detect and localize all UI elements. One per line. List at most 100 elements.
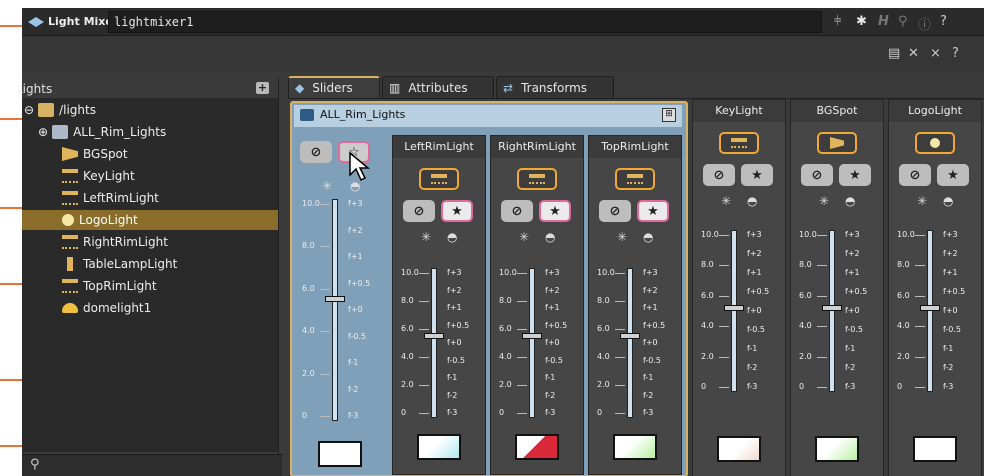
fader-knob[interactable]	[724, 304, 744, 311]
tree-item-keylight[interactable]: KeyLight	[22, 166, 282, 186]
pane-splitter[interactable]	[278, 78, 284, 476]
color-swatch[interactable]	[515, 434, 559, 460]
scale-label: 2.0	[897, 351, 910, 361]
tree-search-bar[interactable]: ⚲	[22, 454, 282, 476]
help-icon[interactable]: ?	[940, 14, 947, 29]
fader-track	[529, 268, 535, 418]
mute-button[interactable]: ⊘	[501, 200, 533, 222]
scale-label: f+3	[348, 199, 363, 208]
color-swatch[interactable]	[318, 441, 362, 467]
channel-fader[interactable]: 10.0 8.0 6.0 4.0 2.0 0 f+3 f+2 f+1 f+0.5 f+0 f-0.5 f…	[401, 268, 485, 418]
solo-button[interactable]: ★	[539, 200, 571, 222]
solo-button[interactable]: ★	[741, 164, 773, 186]
scale-label: 2.0	[701, 351, 714, 361]
tree-item-domelight1[interactable]: domelight1	[22, 298, 282, 318]
solo-button[interactable]: ★	[441, 200, 473, 222]
tools-icon[interactable]: ✕	[908, 46, 919, 61]
fader-knob[interactable]	[822, 304, 842, 311]
mute-button[interactable]: ⊘	[703, 164, 735, 186]
tree-item-all-rim-lights[interactable]: ⊕ ALL_Rim_Lights	[22, 122, 282, 142]
scale-label: f+1	[348, 252, 363, 261]
tab-transforms[interactable]: ⇄ Transforms	[496, 76, 614, 98]
solo-button[interactable]: ★	[839, 164, 871, 186]
light-type-button[interactable]	[419, 168, 459, 190]
layout-icon[interactable]: ▤	[888, 46, 900, 61]
scale-label: 6.0	[499, 324, 512, 333]
info-icon[interactable]: ⓘ	[918, 14, 931, 33]
mute-button[interactable]: ⊘	[899, 164, 931, 186]
tree-item-tablelamplight[interactable]: TableLampLight	[22, 254, 282, 274]
fader-knob[interactable]	[325, 296, 345, 303]
tab-attributes[interactable]: ▥ Attributes	[382, 76, 494, 98]
fader-track	[332, 199, 338, 421]
solo-button[interactable]: ★	[937, 164, 969, 186]
light-type-button[interactable]	[915, 132, 955, 154]
channel-buttons: ⊘ ★	[501, 200, 571, 222]
fader-knob[interactable]	[522, 332, 542, 339]
tree-item-toprimlight[interactable]: TopRimLight	[22, 276, 282, 296]
tree-item-leftrimlight[interactable]: LeftRimLight	[22, 188, 282, 208]
node-path-field[interactable]: lightmixer1	[108, 11, 822, 33]
contrast-icon: ◓	[350, 179, 361, 193]
fader-knob[interactable]	[424, 332, 444, 339]
channel-fader[interactable]: 10.0 8.0 6.0 4.0 2.0 0 f+3 f+2 f+1 f+0.5 f+0 f-0.5 f…	[897, 230, 981, 392]
tab-sliders[interactable]: ◆ Sliders	[288, 76, 380, 98]
contrast-icon: ◓	[747, 194, 758, 208]
group-fader[interactable]: 10.0 8.0 6.0 4.0 2.0 0 f+3 f+2 f+1 f+0.5 f+0 f-0.5 f…	[302, 199, 392, 429]
pin-icon[interactable]: ⫩	[834, 14, 841, 29]
fader-knob[interactable]	[920, 304, 940, 311]
channel-fader[interactable]: 10.0 8.0 6.0 4.0 2.0 0 f+3 f+2 f+1 f+0.5 f+0 f-0.5 f…	[701, 230, 785, 392]
help-h-icon[interactable]: H	[878, 14, 889, 29]
color-swatch[interactable]	[417, 434, 461, 460]
tree-item-label: TopRimLight	[83, 279, 157, 293]
color-swatch[interactable]	[815, 436, 859, 462]
tree-item-bgspot[interactable]: BGSpot	[22, 144, 282, 164]
sun-icon: ✳	[917, 194, 928, 208]
fader-track	[431, 268, 437, 418]
light-type-button[interactable]	[817, 132, 857, 154]
add-light-button[interactable]: +	[256, 82, 269, 94]
collapse-icon[interactable]: ⊞	[662, 108, 676, 122]
channel-fader[interactable]: 10.0 8.0 6.0 4.0 2.0 0 f+3 f+2 f+1 f+0.5 f+0 f-0.5 f…	[799, 230, 883, 392]
scale-label: f-1	[643, 373, 654, 382]
scale-tick	[320, 373, 330, 375]
scale-label: f+0.5	[943, 287, 966, 296]
scale-label: f-3	[545, 408, 556, 417]
scale-label: 2.0	[597, 380, 610, 389]
color-swatch[interactable]	[613, 434, 657, 460]
scale-label: 8.0	[499, 296, 512, 305]
mute-button[interactable]: ⊘	[801, 164, 833, 186]
scale-label: 6.0	[401, 324, 414, 333]
contrast-icon: ◓	[643, 230, 654, 244]
scale-label: f+0	[447, 338, 462, 347]
light-type-button[interactable]	[615, 168, 655, 190]
close-icon[interactable]: ×	[930, 46, 941, 61]
solo-button[interactable]: ★	[637, 200, 669, 222]
channel-fader[interactable]: 10.0 8.0 6.0 4.0 2.0 0 f+3 f+2 f+1 f+0.5 f+0 f-0.5 f…	[597, 268, 681, 418]
channel-name: LogoLight	[889, 100, 981, 122]
tab-bar: ◆ Sliders ▥ Attributes ⇄ Transforms	[288, 76, 984, 98]
scale-label: f-0.5	[643, 355, 661, 365]
tree-item-lights[interactable]: ⊖/lights	[22, 100, 282, 120]
color-swatch[interactable]	[913, 436, 957, 462]
tab-label: Sliders	[312, 81, 353, 95]
tree-item-rightrimlight[interactable]: RightRimLight	[22, 232, 282, 252]
scale-tick	[915, 387, 925, 388]
scale-label: f+0.5	[447, 320, 470, 330]
fader-track	[829, 230, 835, 392]
scale-label: f+0	[845, 306, 860, 315]
mute-button[interactable]: ⊘	[403, 200, 435, 222]
light-type-button[interactable]	[719, 132, 759, 154]
scale-label: 8.0	[401, 296, 414, 305]
mute-button[interactable]: ⊘	[300, 141, 332, 163]
help-icon[interactable]: ?	[952, 46, 959, 61]
mute-button[interactable]: ⊘	[599, 200, 631, 222]
channel-fader[interactable]: 10.0 8.0 6.0 4.0 2.0 0 f+3 f+2 f+1 f+0.5 f+0 f-0.5 f…	[499, 268, 583, 418]
light-type-button[interactable]	[517, 168, 557, 190]
search-icon[interactable]: ⚲	[898, 14, 908, 29]
color-swatch[interactable]	[717, 436, 761, 462]
fader-knob[interactable]	[620, 332, 640, 339]
tree-item-logolight[interactable]: LogoLight	[22, 210, 282, 230]
scale-label: f-0.5	[447, 355, 465, 365]
gear-icon[interactable]: ✱	[856, 14, 867, 29]
